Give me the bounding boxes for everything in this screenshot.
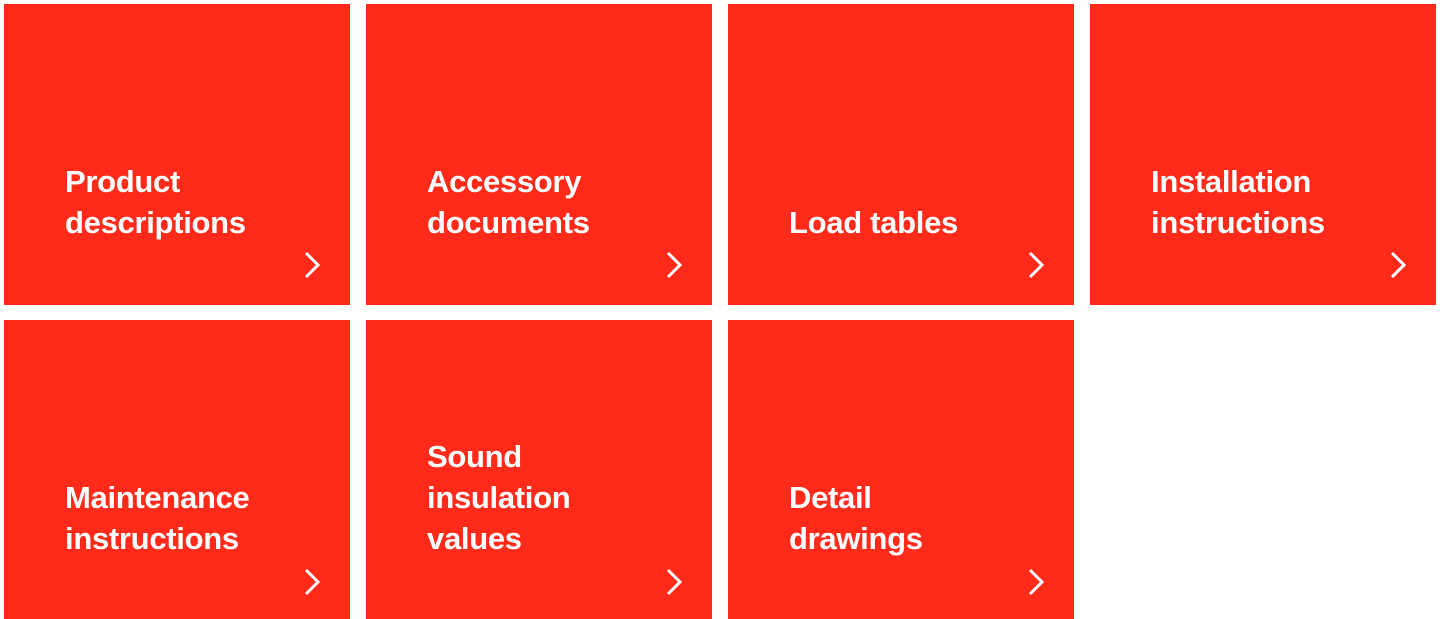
tile-label-line: Product xyxy=(65,164,181,199)
tile-label: Load tables xyxy=(789,202,1029,243)
tile-installation-instructions[interactable]: Installation instructions xyxy=(1090,4,1436,305)
tile-label-line: instructions xyxy=(65,521,239,556)
tile-label-line: Accessory xyxy=(427,164,582,199)
tile-label-line: insulation xyxy=(427,480,571,515)
tile-label: Installation instructions xyxy=(1151,161,1391,243)
tile-label-line: Sound xyxy=(427,439,522,474)
tile-label-line: descriptions xyxy=(65,205,246,240)
tile-label: Accessory documents xyxy=(427,161,667,243)
tile-label: Sound insulation values xyxy=(427,436,667,559)
chevron-right-icon xyxy=(1026,568,1046,596)
tile-detail-drawings[interactable]: Detail drawings xyxy=(728,320,1074,619)
chevron-right-icon xyxy=(302,251,322,279)
tile-label-line: values xyxy=(427,521,522,556)
tile-label-line: Load tables xyxy=(789,205,958,240)
chevron-right-icon xyxy=(302,568,322,596)
tile-load-tables[interactable]: Load tables xyxy=(728,4,1074,305)
tile-sound-insulation-values[interactable]: Sound insulation values xyxy=(366,320,712,619)
tile-label-line: Installation xyxy=(1151,164,1312,199)
tile-label: Maintenance instructions xyxy=(65,477,305,559)
chevron-right-icon xyxy=(664,251,684,279)
chevron-right-icon xyxy=(1026,251,1046,279)
tile-product-descriptions[interactable]: Product descriptions xyxy=(4,4,350,305)
tile-label-line: documents xyxy=(427,205,590,240)
tile-label-line: drawings xyxy=(789,521,923,556)
chevron-right-icon xyxy=(1388,251,1408,279)
document-category-grid: Product descriptions Accessory documents… xyxy=(0,0,1443,619)
tile-label-line: instructions xyxy=(1151,205,1325,240)
tile-label: Detail drawings xyxy=(789,477,1029,559)
tile-accessory-documents[interactable]: Accessory documents xyxy=(366,4,712,305)
tile-label-line: Detail xyxy=(789,480,872,515)
tile-label: Product descriptions xyxy=(65,161,305,243)
tile-label-line: Maintenance xyxy=(65,480,250,515)
tile-maintenance-instructions[interactable]: Maintenance instructions xyxy=(4,320,350,619)
chevron-right-icon xyxy=(664,568,684,596)
